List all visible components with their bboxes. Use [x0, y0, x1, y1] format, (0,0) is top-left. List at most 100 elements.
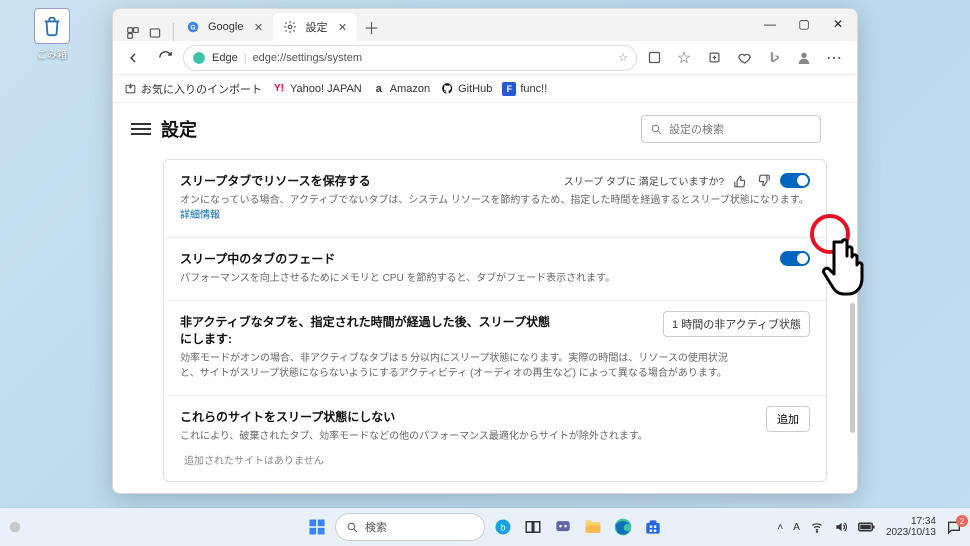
github-icon [440, 82, 454, 96]
import-label: お気に入りのインポート [141, 81, 262, 97]
scheme-label: Edge [212, 52, 238, 64]
notifications-icon[interactable] [946, 519, 962, 535]
fav-yahoo[interactable]: Y! Yahoo! JAPAN [272, 82, 362, 96]
back-button[interactable] [119, 44, 147, 72]
edge-icon [192, 51, 206, 65]
star-icon[interactable]: ☆ [618, 51, 628, 64]
search-icon [650, 123, 663, 136]
volume-icon[interactable] [834, 520, 848, 534]
thumbs-down-icon[interactable] [756, 173, 772, 189]
taskbar: 検索 b ˄ A 17:34 2023/10/13 [0, 508, 970, 546]
amazon-icon: a [372, 82, 386, 96]
date-text: 2023/10/13 [886, 527, 936, 538]
gear-icon [283, 20, 297, 34]
add-label: 追加 [777, 411, 799, 427]
taskbar-center: 検索 b [305, 513, 665, 541]
scrollbar-thumb[interactable] [850, 303, 855, 433]
extensions-icon[interactable] [641, 45, 667, 71]
settings-header: 設定 設定の検索 [113, 103, 857, 151]
setting-description: これにより、破棄されたタブ、効率モードなどの他のパフォーマンス最適化からサイトが… [180, 429, 810, 444]
address-bar[interactable]: Edge | edge://settings/system ☆ [183, 45, 637, 71]
edge-taskbar-icon[interactable] [611, 515, 635, 539]
tab-separator [173, 23, 174, 41]
setting-description: オンになっている場合、アクティブでないタブは、システム リソースを節約するため、… [180, 193, 810, 223]
setting-description: パフォーマンスを向上させるためにメモリと CPU を節約すると、タブがフェード表… [180, 271, 810, 286]
sleep-tabs-panel: スリープタブでリソースを保存する スリープ タブに 満足していますか? オンにな… [163, 159, 827, 482]
bing-icon[interactable] [761, 45, 787, 71]
yahoo-icon: Y! [272, 82, 286, 96]
thumbs-up-icon[interactable] [732, 173, 748, 189]
taskbar-right: ˄ A 17:34 2023/10/13 [777, 516, 962, 538]
window-close[interactable]: ✕ [821, 11, 855, 37]
tab-google[interactable]: G Google ✕ [176, 13, 273, 41]
fav-amazon[interactable]: a Amazon [372, 82, 430, 96]
new-tab-button[interactable]: ＋ [357, 13, 385, 41]
fav-label: Amazon [390, 83, 430, 95]
settings-content: 設定 設定の検索 スリープタブでリソースを保存する スリープ タブに 満足してい… [113, 103, 857, 493]
setting-sleep-save: スリープタブでリソースを保存する スリープ タブに 満足していますか? オンにな… [164, 160, 826, 238]
tab-actions-icon[interactable] [147, 25, 163, 41]
google-favicon: G [186, 20, 200, 34]
fav-label: func!! [520, 83, 547, 95]
store-icon[interactable] [641, 515, 665, 539]
dropdown-value: 1 時間の非アクティブ状態 [672, 316, 801, 332]
setting-title: 非アクティブなタブを、指定された時間が経過した後、スリープ状態にします: [180, 313, 560, 347]
profile-icon[interactable] [791, 45, 817, 71]
fav-label: GitHub [458, 83, 492, 95]
import-favorites[interactable]: お気に入りのインポート [123, 81, 262, 97]
taskbar-clock[interactable]: 17:34 2023/10/13 [886, 516, 936, 538]
desktop-recycle-bin[interactable]: ごみ箱 [28, 8, 76, 61]
setting-title: スリープタブでリソースを保存する [180, 172, 556, 189]
start-button[interactable] [305, 515, 329, 539]
tab-label: 設定 [305, 19, 327, 35]
chat-icon[interactable] [551, 515, 575, 539]
fav-github[interactable]: GitHub [440, 82, 492, 96]
favorites-icon[interactable]: ☆ [671, 45, 697, 71]
setting-title: スリープ中のタブのフェード [180, 250, 772, 267]
refresh-button[interactable] [151, 44, 179, 72]
favorites-bar: お気に入りのインポート Y! Yahoo! JAPAN a Amazon GitHu… [113, 75, 857, 103]
fav-func[interactable]: Ffunc!! [502, 82, 547, 96]
import-icon [123, 82, 137, 96]
ime-indicator[interactable]: A [793, 522, 800, 533]
taskbar-search[interactable]: 検索 [335, 513, 485, 541]
inactive-time-dropdown[interactable]: 1 時間の非アクティブ状態 [663, 311, 810, 337]
toggle-fade[interactable] [780, 251, 810, 266]
fav-label: Yahoo! JAPAN [290, 83, 362, 95]
svg-text:G: G [191, 24, 196, 31]
collections-icon[interactable] [701, 45, 727, 71]
time-text: 17:34 [886, 516, 936, 527]
battery-icon[interactable] [858, 521, 876, 533]
svg-text:b: b [500, 522, 505, 532]
task-view-icon[interactable] [521, 515, 545, 539]
more-info-link[interactable]: 詳細情報 [180, 210, 220, 221]
close-icon[interactable]: ✕ [335, 20, 349, 34]
workspaces-icon[interactable] [125, 25, 141, 41]
setting-title: これらのサイトをスリープ状態にしない [180, 408, 810, 425]
tab-strip: G Google ✕ 設定 ✕ ＋ ― ▢ ✕ [113, 9, 857, 41]
feedback-text: スリープ タブに 満足していますか? [564, 173, 724, 188]
weather-icon[interactable] [8, 520, 22, 534]
menu-icon[interactable]: ⋯ [821, 45, 847, 71]
bing-chat-icon[interactable]: b [491, 515, 515, 539]
add-site-button[interactable]: 追加 [766, 406, 810, 432]
tab-settings[interactable]: 設定 ✕ [273, 13, 357, 41]
toggle-sleep-save[interactable] [780, 173, 810, 188]
url-text: edge://settings/system [253, 52, 362, 64]
setting-fade: スリープ中のタブのフェード パフォーマンスを向上させるためにメモリと CPU を… [164, 238, 826, 301]
explorer-icon[interactable] [581, 515, 605, 539]
search-icon [346, 521, 359, 534]
heart-icon[interactable] [731, 45, 757, 71]
tray-chevron-icon[interactable]: ˄ [777, 522, 783, 533]
setting-description: 効率モードがオンの場合、非アクティブなタブは 5 分以内にスリープ状態になります… [180, 351, 740, 381]
settings-search[interactable]: 設定の検索 [641, 115, 821, 143]
close-icon[interactable]: ✕ [251, 20, 265, 34]
window-maximize[interactable]: ▢ [787, 11, 821, 37]
setting-exclude-sites: これらのサイトをスリープ状態にしない 追加 これにより、破棄されたタブ、効率モー… [164, 396, 826, 481]
setting-inactive-time: 非アクティブなタブを、指定された時間が経過した後、スリープ状態にします: 1 時… [164, 301, 826, 396]
wifi-icon[interactable] [810, 520, 824, 534]
address-bar-row: Edge | edge://settings/system ☆ ☆ ⋯ [113, 41, 857, 75]
recycle-bin-label: ごみ箱 [28, 46, 76, 61]
window-minimize[interactable]: ― [753, 11, 787, 37]
menu-toggle[interactable] [131, 119, 151, 139]
